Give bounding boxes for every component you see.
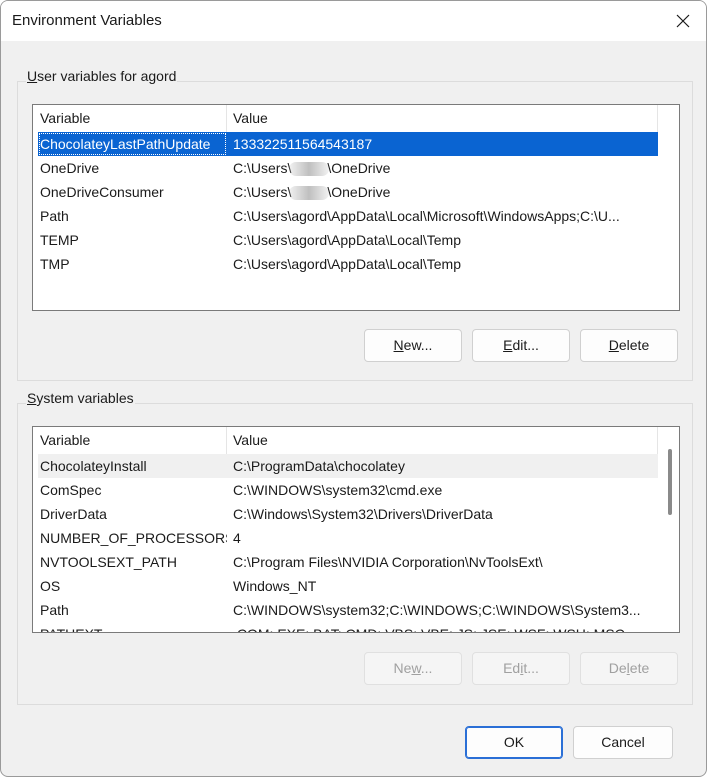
- table-row[interactable]: TMP C:\Users\agord\AppData\Local\Temp: [38, 252, 658, 276]
- variable-name: OneDriveConsumer: [40, 184, 164, 200]
- column-header-value[interactable]: Value: [227, 105, 658, 132]
- close-button[interactable]: [660, 1, 706, 41]
- table-row[interactable]: PATHEXT .COM;.EXE;.BAT;.CMD;.VBS;.VBE;.J…: [38, 622, 658, 632]
- user-variables-group: User variables for agord Variable Value …: [17, 68, 693, 381]
- table-row[interactable]: TEMP C:\Users\agord\AppData\Local\Temp: [38, 228, 658, 252]
- variable-value: C:\Users\ \OneDrive: [233, 184, 391, 201]
- variable-value: C:\Users\agord\AppData\Local\Temp: [233, 232, 461, 248]
- variable-name: TEMP: [40, 232, 79, 248]
- title-bar: Environment Variables: [1, 1, 706, 41]
- variable-name: PATHEXT: [38, 622, 227, 632]
- system-variables-group: System variables Variable Value Chocolat…: [17, 390, 693, 705]
- table-row[interactable]: OS Windows_NT: [38, 574, 658, 598]
- variable-name: Path: [40, 602, 69, 618]
- variable-value: C:\ProgramData\chocolatey: [233, 458, 405, 474]
- column-header-value[interactable]: Value: [227, 427, 658, 454]
- variable-value: Windows_NT: [233, 578, 317, 594]
- variable-name: ComSpec: [40, 482, 102, 498]
- variable-name: TMP: [40, 256, 70, 272]
- variable-value: .COM;.EXE;.BAT;.CMD;.VBS;.VBE;.JS;.JSE;.…: [227, 622, 658, 632]
- system-edit-button[interactable]: Edit...: [472, 652, 570, 685]
- table-row[interactable]: DriverData C:\Windows\System32\Drivers\D…: [38, 502, 658, 526]
- user-new-button[interactable]: New...: [364, 329, 462, 362]
- variable-value: C:\WINDOWS\system32\cmd.exe: [233, 482, 443, 498]
- user-variables-label: User variables for agord: [26, 68, 178, 84]
- table-row[interactable]: OneDrive C:\Users\ \OneDrive: [38, 156, 658, 180]
- table-row[interactable]: NUMBER_OF_PROCESSORS 4: [38, 526, 658, 550]
- system-new-button[interactable]: New...: [364, 652, 462, 685]
- environment-variables-dialog: Environment Variables User variables for…: [0, 0, 707, 777]
- vertical-scrollbar[interactable]: [663, 427, 677, 632]
- table-row[interactable]: NVTOOLSEXT_PATH C:\Program Files\NVIDIA …: [38, 550, 658, 574]
- variable-value: C:\Program Files\NVIDIA Corporation\NvTo…: [233, 554, 543, 570]
- variable-value: C:\Users\ \OneDrive: [233, 160, 391, 177]
- variable-name: NUMBER_OF_PROCESSORS: [40, 530, 227, 546]
- variable-name: ChocolateyInstall: [40, 458, 147, 474]
- redacted-text: [289, 162, 330, 177]
- variable-name: NVTOOLSEXT_PATH: [40, 554, 177, 570]
- ok-button[interactable]: OK: [465, 726, 563, 759]
- user-edit-button[interactable]: Edit...: [472, 329, 570, 362]
- variable-value: 133322511564543187: [233, 136, 373, 152]
- system-variables-label: System variables: [26, 390, 135, 406]
- system-variables-list[interactable]: Variable Value ChocolateyInstall C:\Prog…: [32, 426, 680, 633]
- list-header: Variable Value: [38, 105, 658, 132]
- column-header-variable[interactable]: Variable: [38, 427, 227, 454]
- variable-name: Path: [40, 208, 69, 224]
- table-row[interactable]: ComSpec C:\WINDOWS\system32\cmd.exe: [38, 478, 658, 502]
- user-variables-list[interactable]: Variable Value ChocolateyLastPathUpdate …: [32, 104, 680, 311]
- table-row[interactable]: ChocolateyLastPathUpdate 133322511564543…: [38, 132, 658, 156]
- variable-value: C:\Users\agord\AppData\Local\Microsoft\W…: [233, 208, 620, 224]
- close-icon: [676, 14, 690, 28]
- table-row[interactable]: Path C:\WINDOWS\system32;C:\WINDOWS;C:\W…: [38, 598, 658, 622]
- user-delete-button[interactable]: Delete: [580, 329, 678, 362]
- system-delete-button[interactable]: Delete: [580, 652, 678, 685]
- variable-value: C:\Users\agord\AppData\Local\Temp: [233, 256, 461, 272]
- variable-name: OS: [40, 578, 61, 594]
- table-row[interactable]: Path C:\Users\agord\AppData\Local\Micros…: [38, 204, 658, 228]
- variable-value: 4: [233, 530, 241, 546]
- variable-name: DriverData: [40, 506, 107, 522]
- table-row[interactable]: ChocolateyInstall C:\ProgramData\chocola…: [38, 454, 658, 478]
- variable-name: OneDrive: [40, 160, 100, 176]
- column-header-variable[interactable]: Variable: [38, 105, 227, 132]
- window-title: Environment Variables: [12, 12, 162, 29]
- list-header: Variable Value: [38, 427, 658, 454]
- redacted-text: [289, 186, 330, 201]
- table-row[interactable]: OneDriveConsumer C:\Users\ \OneDrive: [38, 180, 658, 204]
- variable-name: ChocolateyLastPathUpdate: [38, 132, 227, 156]
- variable-value: C:\WINDOWS\system32;C:\WINDOWS;C:\WINDOW…: [233, 602, 641, 618]
- variable-value: C:\Windows\System32\Drivers\DriverData: [233, 506, 493, 522]
- cancel-button[interactable]: Cancel: [573, 726, 673, 759]
- scrollbar-thumb[interactable]: [668, 449, 672, 515]
